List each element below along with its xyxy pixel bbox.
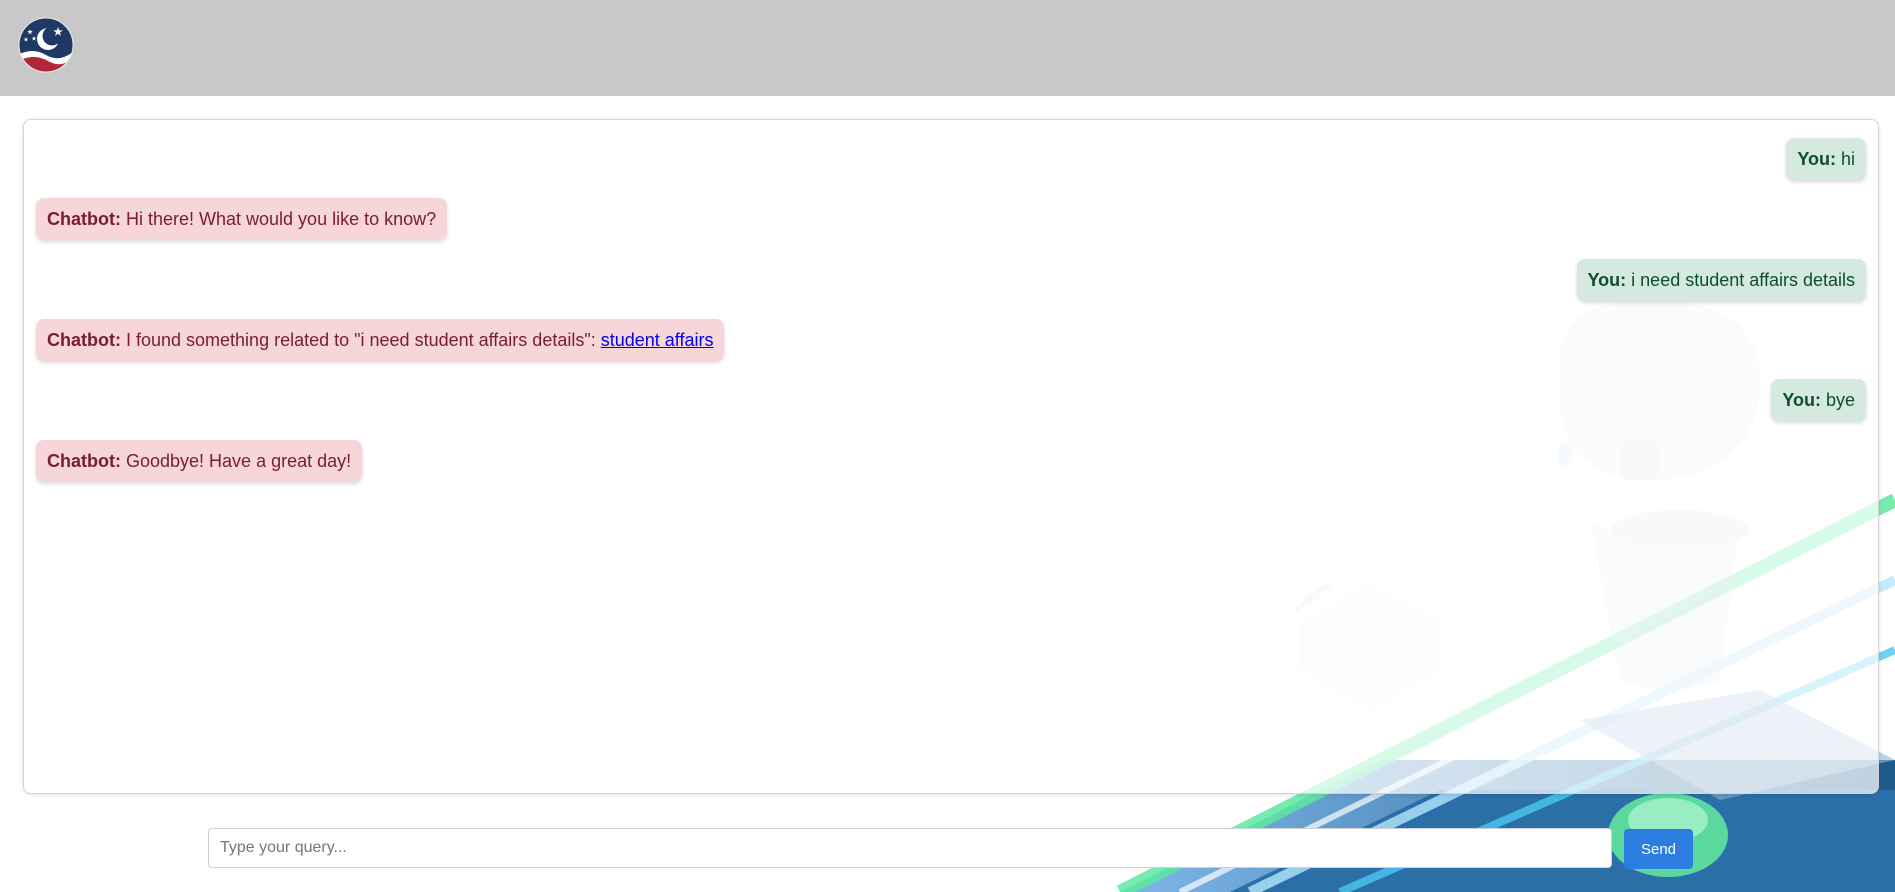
student-affairs-link[interactable]: student affairs [601,330,714,350]
user-message: You: hi [1786,138,1866,180]
user-message: You: bye [1771,379,1866,421]
sender-label: You: [1782,390,1821,410]
sender-label: Chatbot: [47,209,121,229]
sender-label: Chatbot: [47,330,121,350]
sender-label: Chatbot: [47,451,121,471]
bot-message: Chatbot: I found something related to "i… [36,319,725,361]
message-text: I found something related to "i need stu… [120,330,601,350]
message-text: Hi there! What would you like to know? [120,209,437,229]
message-text: hi [1835,149,1855,169]
message-composer: Send [208,828,1693,870]
query-input[interactable] [208,828,1612,868]
send-button[interactable]: Send [1624,829,1693,869]
bot-message: Chatbot: Hi there! What would you like t… [36,198,448,240]
sender-label: You: [1797,149,1836,169]
crescent-stars-logo-icon[interactable] [18,17,74,73]
chat-window: You: hi Chatbot: Hi there! What would yo… [23,119,1879,794]
message-text: bye [1820,390,1855,410]
user-message: You: i need student affairs details [1576,259,1866,301]
sender-label: You: [1587,270,1627,290]
message-text: Goodbye! Have a great day! [120,451,352,471]
message-text: i need student affairs details [1626,270,1855,290]
bot-message: Chatbot: Goodbye! Have a great day! [36,440,363,482]
header-bar [0,0,1895,96]
